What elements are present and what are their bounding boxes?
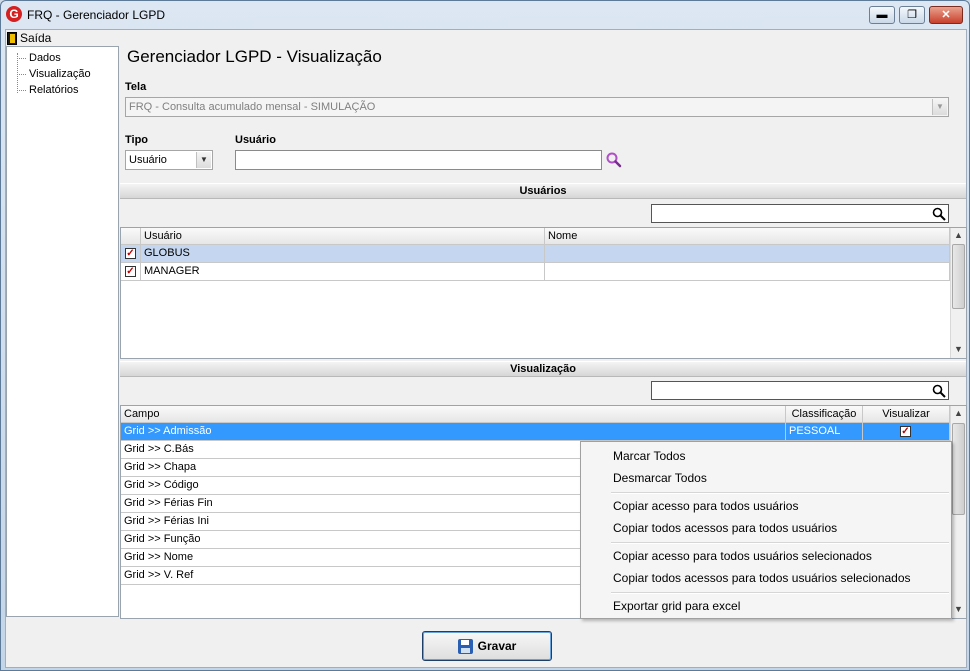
app-logo-icon: G <box>6 6 22 22</box>
page-title: Gerenciador LGPD - Visualização <box>127 47 382 66</box>
usuario-cell: GLOBUS <box>141 245 545 263</box>
classificacao-cell: PESSOAL <box>786 423 863 441</box>
tree-item-visualizacao[interactable]: Visualização <box>17 67 91 81</box>
search-icon[interactable] <box>932 207 946 221</box>
minimize-icon: ▬ <box>876 9 888 21</box>
ctx-exportar-excel[interactable]: Exportar grid para excel <box>613 596 740 616</box>
save-button[interactable]: Gravar <box>422 631 552 661</box>
navigation-tree: Dados Visualização Relatórios <box>6 46 119 617</box>
tela-select-value: FRQ - Consulta acumulado mensal - SIMULA… <box>129 101 376 113</box>
tree-item-dados[interactable]: Dados <box>17 51 61 65</box>
scroll-thumb[interactable] <box>952 423 965 515</box>
grid-header-nome[interactable]: Nome <box>545 228 950 245</box>
checkbox[interactable]: ✓ <box>900 426 911 437</box>
grid-header-check <box>121 228 141 245</box>
usuarios-filter-input[interactable] <box>651 204 949 223</box>
scroll-down-icon[interactable]: ▼ <box>951 342 966 357</box>
ctx-copiar-acesso-selecionados[interactable]: Copiar acesso para todos usuários seleci… <box>613 546 872 566</box>
client-area: Saída Dados Visualização Relatórios Gere… <box>5 29 967 668</box>
grid-header-campo[interactable]: Campo <box>121 406 786 423</box>
tipo-select-value: Usuário <box>129 154 167 166</box>
ctx-separator <box>611 542 949 544</box>
exit-door-icon <box>7 31 17 45</box>
ctx-copiar-acesso-todos[interactable]: Copiar acesso para todos usuários <box>613 496 798 516</box>
row-check-cell[interactable]: ✓ <box>121 263 141 281</box>
campo-cell: Grid >> Admissão <box>121 423 786 441</box>
main-window: G FRQ - Gerenciador LGPD ▬ ❐ ✕ Saída Dad… <box>0 0 970 671</box>
minimize-button[interactable]: ▬ <box>869 6 895 24</box>
nome-cell <box>545 263 950 281</box>
checkbox[interactable]: ✓ <box>125 266 136 277</box>
scroll-down-icon[interactable]: ▼ <box>951 602 966 617</box>
tela-label: Tela <box>125 81 147 93</box>
tela-select[interactable]: FRQ - Consulta acumulado mensal - SIMULA… <box>125 97 949 117</box>
menu-exit-label: Saída <box>20 31 52 45</box>
visualizacao-scrollbar[interactable]: ▲ ▼ <box>950 406 966 618</box>
tipo-label: Tipo <box>125 134 149 146</box>
table-row[interactable]: ✓ MANAGER <box>121 263 950 281</box>
usuarios-section-header: Usuários <box>120 183 966 199</box>
grid-header-classificacao[interactable]: Classificação <box>786 406 863 423</box>
scroll-up-icon[interactable]: ▲ <box>951 406 966 421</box>
ctx-separator <box>611 592 949 594</box>
ctx-marcar-todos[interactable]: Marcar Todos <box>613 446 685 466</box>
maximize-icon: ❐ <box>907 9 917 21</box>
search-icon[interactable] <box>605 151 623 169</box>
ctx-copiar-todos-acessos-todos[interactable]: Copiar todos acessos para todos usuários <box>613 518 837 538</box>
floppy-disk-icon <box>457 638 473 654</box>
table-row[interactable]: ✓ GLOBUS <box>121 245 950 263</box>
context-menu: Marcar Todos Desmarcar Todos Copiar aces… <box>580 441 952 619</box>
scroll-up-icon[interactable]: ▲ <box>951 228 966 243</box>
row-check-cell[interactable]: ✓ <box>121 245 141 263</box>
maximize-button[interactable]: ❐ <box>899 6 925 24</box>
ctx-copiar-todos-acessos-selecionados[interactable]: Copiar todos acessos para todos usuários… <box>613 568 911 588</box>
ctx-separator <box>611 492 949 494</box>
tipo-select[interactable]: Usuário ▼ <box>125 150 213 170</box>
usuario-input[interactable] <box>235 150 602 170</box>
visualizacao-filter-input[interactable] <box>651 381 949 400</box>
scroll-thumb[interactable] <box>952 244 965 309</box>
title-bar[interactable]: G FRQ - Gerenciador LGPD ▬ ❐ ✕ <box>1 1 969 29</box>
checkbox[interactable]: ✓ <box>125 248 136 259</box>
table-row[interactable]: Grid >> Admissão PESSOAL ✓ <box>121 423 950 441</box>
ctx-desmarcar-todos[interactable]: Desmarcar Todos <box>613 468 707 488</box>
grid-header-usuario[interactable]: Usuário <box>141 228 545 245</box>
visualizar-cell[interactable]: ✓ <box>863 423 950 441</box>
usuario-label: Usuário <box>235 134 276 146</box>
close-icon: ✕ <box>941 9 951 21</box>
chevron-down-icon[interactable]: ▼ <box>196 152 211 168</box>
nome-cell <box>545 245 950 263</box>
visualizacao-section-header: Visualização <box>120 361 966 377</box>
menu-bar: Saída <box>6 30 966 46</box>
chevron-down-icon[interactable]: ▼ <box>932 99 947 115</box>
save-button-label: Gravar <box>477 639 517 653</box>
usuario-cell: MANAGER <box>141 263 545 281</box>
window-title: FRQ - Gerenciador LGPD <box>27 8 166 22</box>
menu-exit[interactable]: Saída <box>7 30 51 46</box>
usuarios-scrollbar[interactable]: ▲ ▼ <box>950 228 966 358</box>
close-button[interactable]: ✕ <box>929 6 963 24</box>
grid-header-visualizar[interactable]: Visualizar <box>863 406 950 423</box>
search-icon[interactable] <box>932 384 946 398</box>
tree-item-relatorios[interactable]: Relatórios <box>17 83 79 97</box>
usuarios-grid: Usuário Nome ✓ GLOBUS ✓ MANAGER ▲ ▼ <box>120 227 967 359</box>
